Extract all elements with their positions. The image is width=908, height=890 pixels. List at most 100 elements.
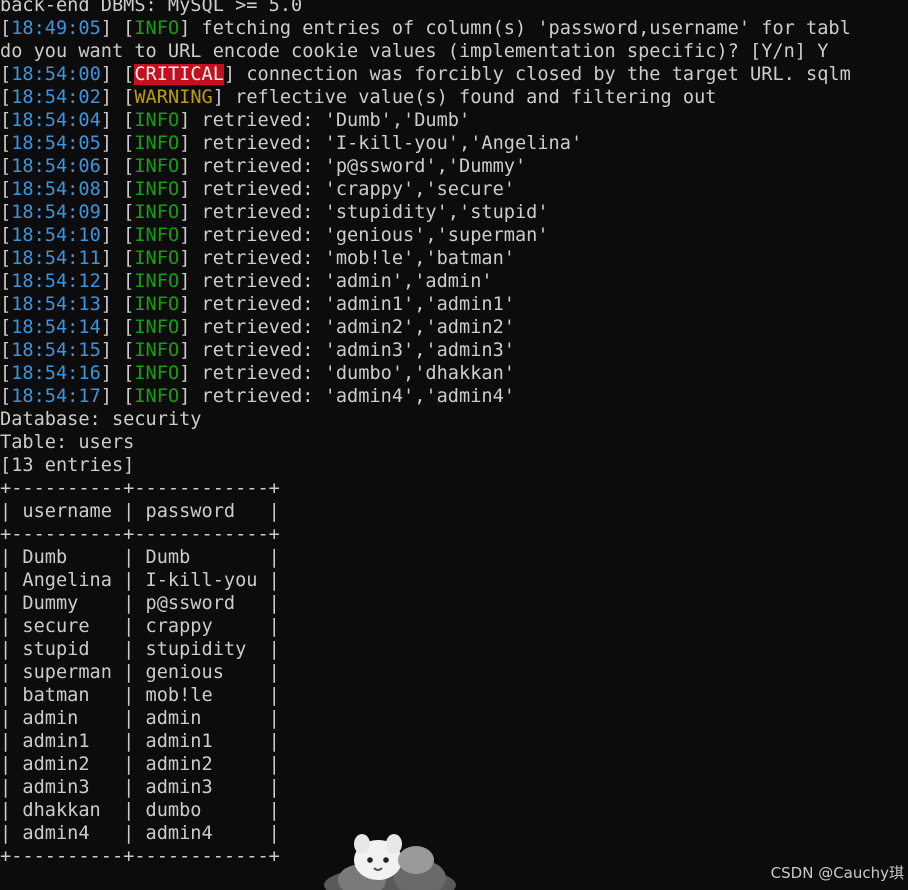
log-level-badge: INFO [134, 294, 180, 315]
log-message: retrieved: 'admin3','admin3' [201, 340, 515, 361]
terminal-line: Table: users [0, 432, 135, 453]
table-header-row: | username | password | [0, 501, 280, 522]
cell-password: Dumb [145, 547, 191, 568]
log-message: retrieved: 'mob!le','batman' [201, 248, 515, 269]
terminal-line: do you want to URL encode cookie values … [0, 41, 829, 62]
log-line: [18:54:08] [INFO] retrieved: 'crappy','s… [0, 179, 515, 200]
table-mid-border: +----------+------------+ [0, 524, 280, 545]
log-line: [18:54:10] [INFO] retrieved: 'genious','… [0, 225, 549, 246]
log-line: [18:54:14] [INFO] retrieved: 'admin2','a… [0, 317, 515, 338]
log-timestamp: 18:54:04 [11, 110, 101, 131]
cell-username: admin1 [22, 731, 90, 752]
log-level-badge: INFO [134, 225, 180, 246]
log-level-badge: INFO [134, 340, 180, 361]
table-row: | Dummy | p@ssword | [0, 593, 280, 614]
cell-username: batman [22, 685, 90, 706]
cell-username: Angelina [22, 570, 112, 591]
log-level-badge: INFO [134, 179, 180, 200]
log-line: [18:54:17] [INFO] retrieved: 'admin4','a… [0, 386, 515, 407]
terminal-line: [13 entries] [0, 455, 135, 476]
cell-password: password [145, 501, 236, 522]
log-line: [18:54:02] [WARNING] reflective value(s)… [0, 87, 717, 108]
log-level-badge: INFO [134, 363, 180, 384]
cell-username: username [22, 501, 112, 522]
cell-username: secure [22, 616, 90, 637]
log-timestamp: 18:54:17 [11, 386, 101, 407]
table-row: | admin1 | admin1 | [0, 731, 280, 752]
table-row: | admin2 | admin2 | [0, 754, 280, 775]
cell-password: genious [145, 662, 224, 683]
table-row: | batman | mob!le | [0, 685, 280, 706]
cell-username: Dummy [22, 593, 79, 614]
log-timestamp: 18:54:10 [11, 225, 101, 246]
table-row: | admin | admin | [0, 708, 280, 729]
log-timestamp: 18:54:13 [11, 294, 101, 315]
log-level-badge: INFO [134, 386, 180, 407]
log-timestamp: 18:54:02 [11, 87, 101, 108]
terminal-output: back-end DBMS: MySQL >= 5.0 [18:49:05] [I… [0, 0, 908, 868]
cell-username: admin [22, 708, 79, 729]
log-level-badge: INFO [134, 271, 180, 292]
cell-username: Dumb [22, 547, 68, 568]
log-level-badge: INFO [134, 317, 180, 338]
log-message: retrieved: 'admin2','admin2' [201, 317, 515, 338]
cartoon-mascot-icon [324, 834, 456, 890]
table-top-border: +----------+------------+ [0, 478, 280, 499]
log-message: retrieved: 'Dumb','Dumb' [201, 110, 471, 131]
cell-password: p@ssword [145, 593, 236, 614]
log-message: reflective value(s) found and filtering … [235, 87, 717, 108]
cell-password: admin2 [145, 754, 213, 775]
cell-password: admin4 [145, 823, 213, 844]
log-level-badge: INFO [134, 156, 180, 177]
log-timestamp: 18:49:05 [11, 18, 101, 39]
log-level-badge: INFO [134, 18, 180, 39]
terminal-line: back-end DBMS: MySQL >= 5.0 [0, 0, 303, 16]
log-level-badge: INFO [134, 110, 180, 131]
cell-password: dumbo [145, 800, 202, 821]
cell-password: admin1 [145, 731, 213, 752]
log-timestamp: 18:54:15 [11, 340, 101, 361]
cell-username: dhakkan [22, 800, 101, 821]
log-line: [18:54:05] [INFO] retrieved: 'I-kill-you… [0, 133, 583, 154]
table-row: | stupid | stupidity | [0, 639, 280, 660]
log-timestamp: 18:54:11 [11, 248, 101, 269]
log-message: retrieved: 'I-kill-you','Angelina' [201, 133, 583, 154]
watermark: CSDN @Cauchy琪 [770, 864, 904, 882]
log-timestamp: 18:54:16 [11, 363, 101, 384]
log-line: [18:54:09] [INFO] retrieved: 'stupidity'… [0, 202, 549, 223]
cell-username: stupid [22, 639, 90, 660]
table-row: | dhakkan | dumbo | [0, 800, 280, 821]
table-row: | secure | crappy | [0, 616, 280, 637]
log-message: retrieved: 'p@ssword','Dummy' [201, 156, 527, 177]
cell-password: crappy [145, 616, 213, 637]
log-line: [18:54:16] [INFO] retrieved: 'dumbo','dh… [0, 363, 515, 384]
log-line: [18:54:13] [INFO] retrieved: 'admin1','a… [0, 294, 515, 315]
cell-username: admin4 [22, 823, 90, 844]
log-message: retrieved: 'admin1','admin1' [201, 294, 515, 315]
log-line: [18:54:15] [INFO] retrieved: 'admin3','a… [0, 340, 515, 361]
log-level-badge: INFO [134, 202, 180, 223]
log-timestamp: 18:54:14 [11, 317, 101, 338]
table-row: | Angelina | I-kill-you | [0, 570, 280, 591]
log-timestamp: 18:54:09 [11, 202, 101, 223]
cell-password: I-kill-you [145, 570, 258, 591]
log-level-badge: WARNING [134, 87, 213, 108]
log-level-badge: CRITICAL [134, 64, 224, 85]
log-line: [18:54:11] [INFO] retrieved: 'mob!le','b… [0, 248, 515, 269]
cell-username: superman [22, 662, 112, 683]
cell-username: admin3 [22, 777, 90, 798]
cell-password: admin [145, 708, 202, 729]
table-row: | superman | genious | [0, 662, 280, 683]
table-row: | admin3 | admin3 | [0, 777, 280, 798]
log-message: fetching entries of column(s) 'password,… [201, 18, 851, 39]
log-message: retrieved: 'dumbo','dhakkan' [201, 363, 515, 384]
log-message: retrieved: 'admin4','admin4' [201, 386, 515, 407]
log-timestamp: 18:54:08 [11, 179, 101, 200]
table-row: | Dumb | Dumb | [0, 547, 280, 568]
log-line: [18:49:05] [INFO] fetching entries of co… [0, 18, 851, 39]
cell-username: admin2 [22, 754, 90, 775]
log-message: retrieved: 'admin','admin' [201, 271, 493, 292]
log-line: [18:54:04] [INFO] retrieved: 'Dumb','Dum… [0, 110, 471, 131]
log-line: [18:54:12] [INFO] retrieved: 'admin','ad… [0, 271, 493, 292]
cell-password: stupidity [145, 639, 247, 660]
